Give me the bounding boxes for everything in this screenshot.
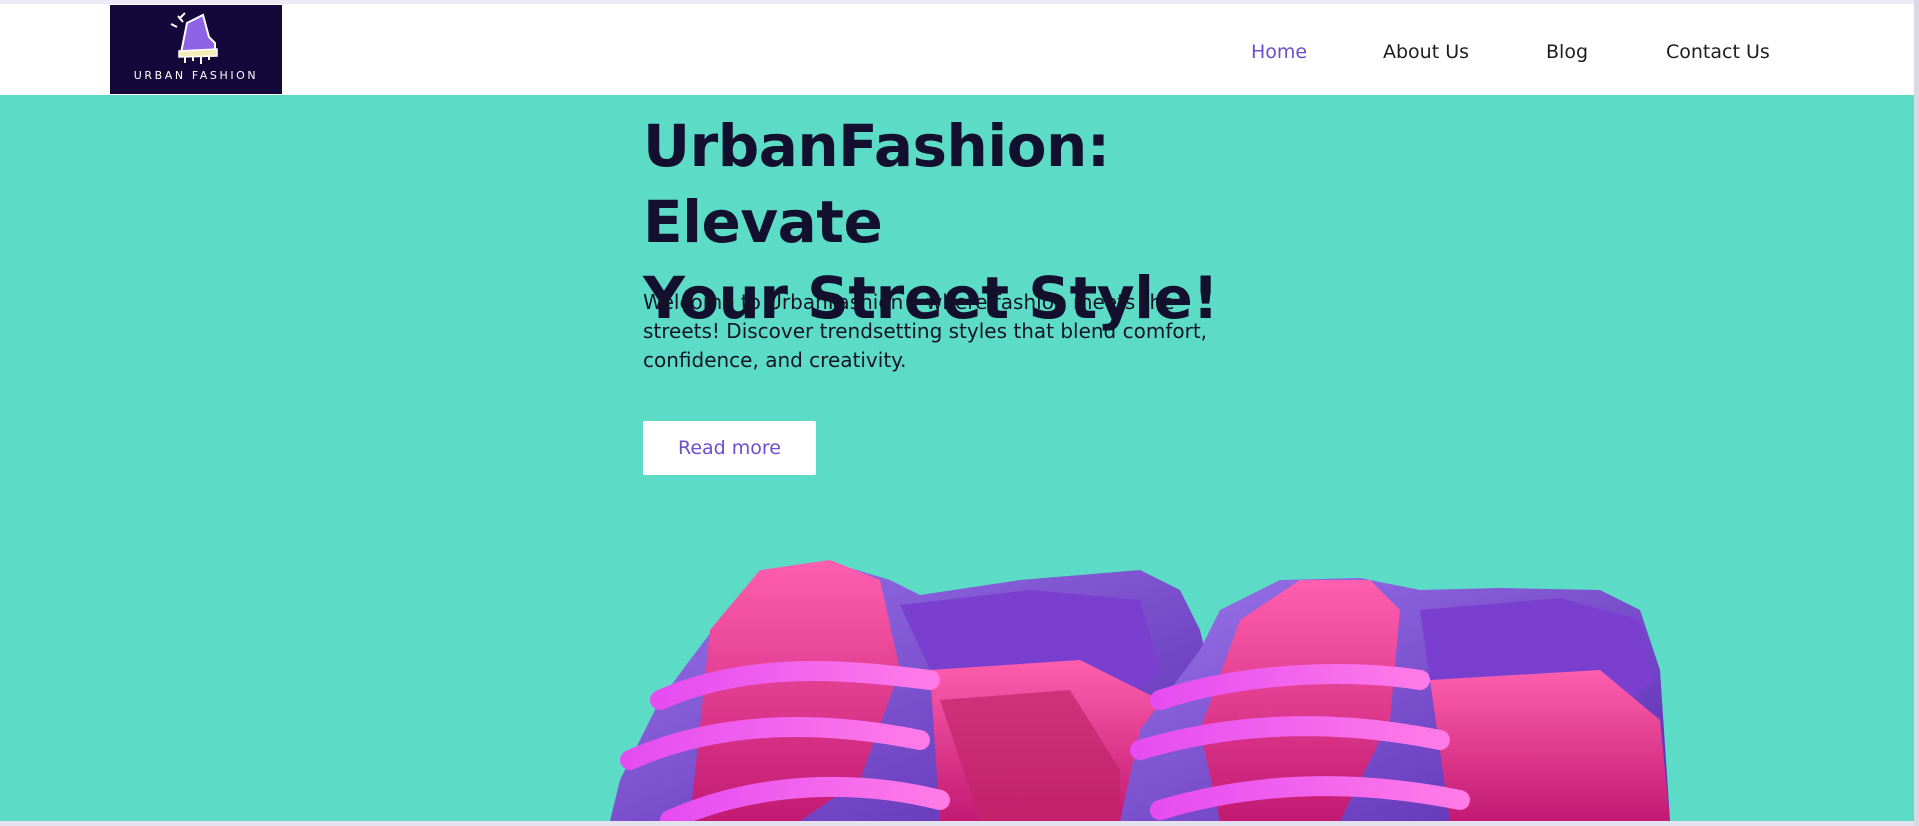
read-more-button[interactable]: Read more — [643, 421, 816, 475]
hero-description-line2: streets! Discover trendsetting styles th… — [643, 319, 1208, 343]
hero-description: Welcome to UrbanFashion – where fashion … — [643, 288, 1243, 375]
site-header: URBAN FASHION Home About Us Blog Contact… — [0, 4, 1914, 95]
page: URBAN FASHION Home About Us Blog Contact… — [0, 0, 1919, 826]
nav-contact-us[interactable]: Contact Us — [1666, 41, 1770, 65]
bottom-strip — [0, 821, 1919, 826]
nav-home[interactable]: Home — [1251, 41, 1307, 65]
brand-name: URBAN FASHION — [133, 69, 259, 82]
nav-blog[interactable]: Blog — [1546, 41, 1588, 65]
scrollbar[interactable] — [1914, 0, 1919, 826]
brand-logo[interactable]: URBAN FASHION — [110, 5, 282, 94]
sneaker-icon — [170, 12, 218, 64]
sneakers-image — [610, 560, 1670, 821]
hero-title-line1: UrbanFashion: Elevate — [643, 112, 1110, 256]
hero-description-line3: confidence, and creativity. — [643, 348, 907, 372]
nav-about-us[interactable]: About Us — [1383, 41, 1469, 65]
hero-section: UrbanFashion: Elevate Your Street Style!… — [0, 95, 1914, 821]
hero-description-line1: Welcome to UrbanFashion – where fashion … — [643, 290, 1175, 314]
